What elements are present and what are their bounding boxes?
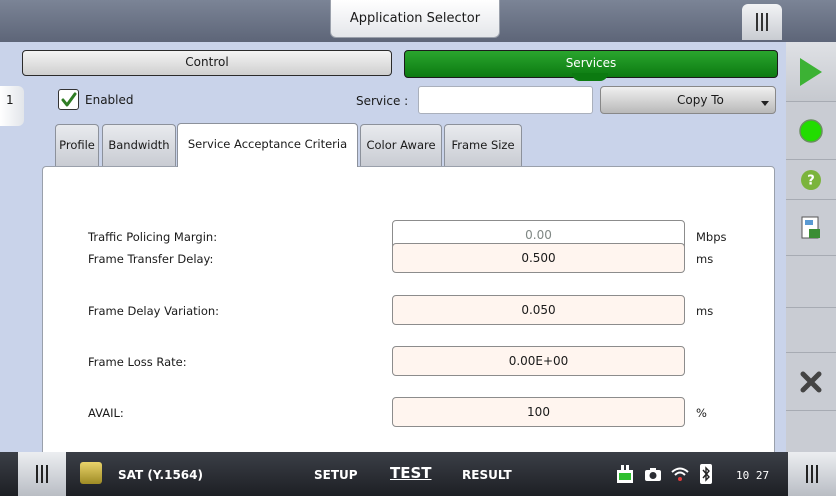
close-button[interactable] xyxy=(786,353,836,411)
traffic-policing-margin-unit: Mbps xyxy=(696,230,727,244)
wifi-icon xyxy=(671,467,689,481)
control-button[interactable]: Control xyxy=(22,50,392,76)
status-led-icon xyxy=(799,118,823,143)
camera-icon xyxy=(645,468,661,481)
service-name-input[interactable] xyxy=(418,86,593,114)
svg-text:?: ? xyxy=(807,173,815,188)
frame-loss-rate-field[interactable]: 0.00E+00 xyxy=(392,346,685,376)
top-panel-handle[interactable] xyxy=(742,4,782,40)
copy-to-dropdown[interactable]: Copy To xyxy=(600,86,776,114)
avail-unit: % xyxy=(696,406,707,420)
traffic-policing-margin-label: Traffic Policing Margin: xyxy=(88,230,218,244)
services-indicator-notch xyxy=(572,73,608,81)
frame-transfer-delay-field[interactable]: 0.500 xyxy=(392,243,685,273)
toolbar-slot-empty xyxy=(786,256,836,308)
power-plug-icon xyxy=(617,465,633,483)
close-icon xyxy=(800,371,822,392)
tab-color-aware[interactable]: Color Aware xyxy=(360,124,442,166)
test-app-icon[interactable] xyxy=(80,462,102,484)
frame-transfer-delay-label: Frame Transfer Delay: xyxy=(88,252,214,266)
setup-button[interactable]: SETUP xyxy=(314,468,358,482)
enabled-checkbox[interactable] xyxy=(58,89,79,110)
services-label: Services xyxy=(565,56,617,70)
service-number-tab[interactable]: 1 xyxy=(0,86,24,126)
report-icon xyxy=(801,216,820,238)
services-button[interactable]: Services xyxy=(404,50,778,81)
report-button[interactable] xyxy=(786,200,836,256)
chevron-down-icon xyxy=(761,101,769,106)
tab-frame-size[interactable]: Frame Size xyxy=(444,124,522,166)
bluetooth-icon xyxy=(700,464,712,484)
bottom-bar: SAT (Y.1564) SETUP TEST RESULT 10 27 xyxy=(0,452,836,496)
application-selector-button[interactable]: Application Selector xyxy=(330,0,500,38)
right-panel-handle[interactable] xyxy=(788,452,836,496)
frame-delay-variation-unit: ms xyxy=(696,304,714,318)
start-button[interactable] xyxy=(786,42,836,102)
frame-transfer-delay-unit: ms xyxy=(696,252,714,266)
status-led-button[interactable] xyxy=(786,102,836,160)
tab-profile[interactable]: Profile xyxy=(55,124,99,166)
frame-delay-variation-field[interactable]: 0.050 xyxy=(392,295,685,325)
frame-delay-variation-label: Frame Delay Variation: xyxy=(88,304,220,318)
avail-label: AVAIL: xyxy=(88,406,124,420)
test-name: SAT (Y.1564) xyxy=(118,468,203,482)
enabled-label: Enabled xyxy=(85,93,134,107)
right-toolbar: ? xyxy=(786,42,836,460)
help-button[interactable]: ? xyxy=(786,160,836,200)
test-button[interactable]: TEST xyxy=(390,464,432,482)
tab-service-acceptance-criteria[interactable]: Service Acceptance Criteria xyxy=(177,123,358,167)
clock: 10 27 xyxy=(736,469,770,482)
service-label: Service : xyxy=(356,94,409,108)
copy-to-label: Copy To xyxy=(677,93,724,107)
left-panel-handle[interactable] xyxy=(18,452,66,496)
play-icon xyxy=(800,57,822,86)
checkmark-icon xyxy=(61,92,76,106)
avail-field[interactable]: 100 xyxy=(392,397,685,427)
help-icon: ? xyxy=(801,169,821,190)
result-button[interactable]: RESULT xyxy=(462,468,512,482)
toolbar-slot-empty-2 xyxy=(786,308,836,353)
frame-loss-rate-label: Frame Loss Rate: xyxy=(88,355,187,369)
tab-bandwidth[interactable]: Bandwidth xyxy=(102,124,176,166)
